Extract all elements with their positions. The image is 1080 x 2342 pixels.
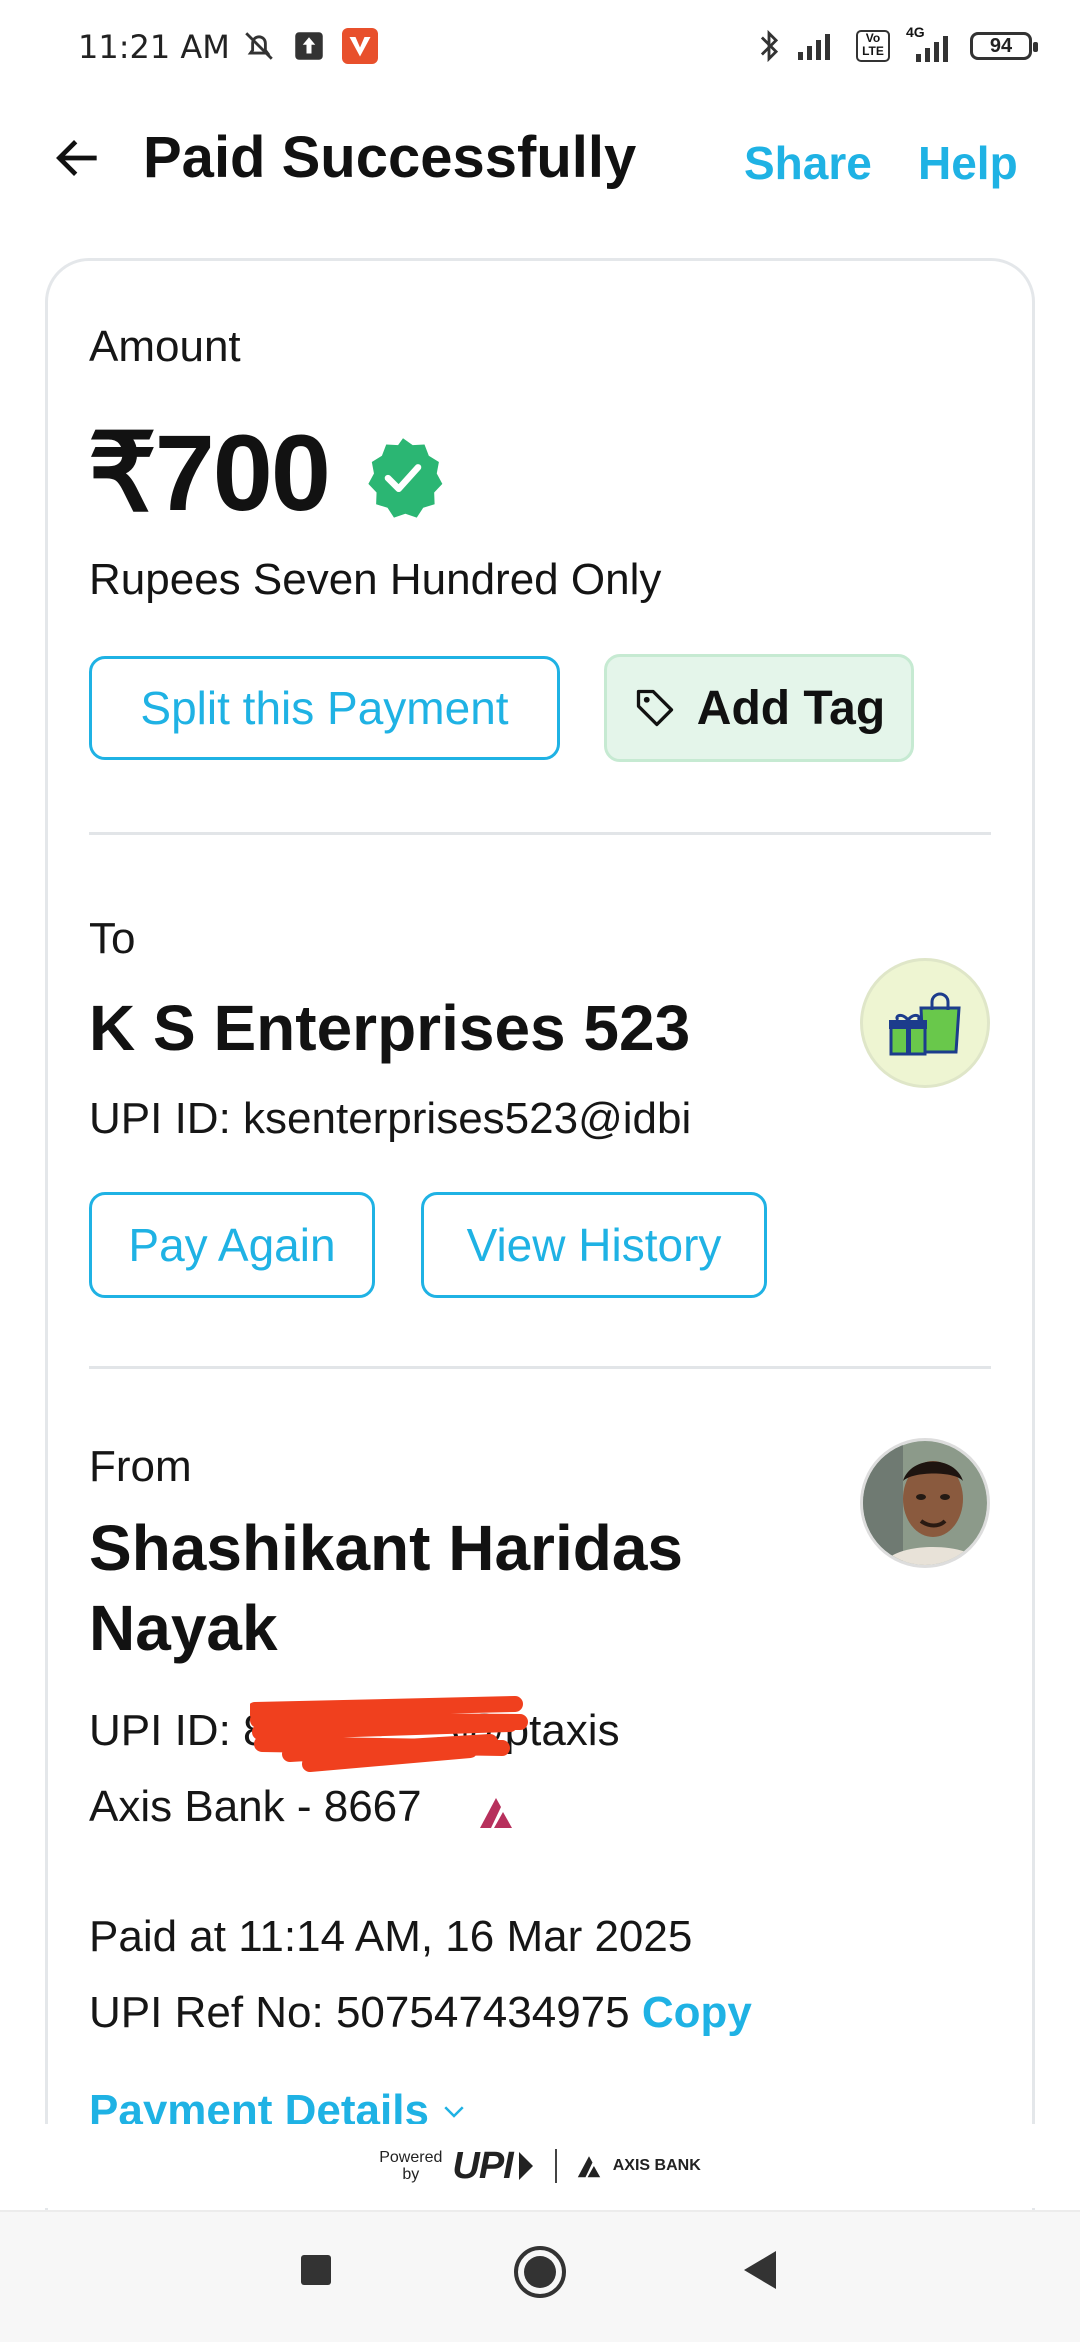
sender-name-line2: Nayak (89, 1592, 278, 1664)
recents-square-icon[interactable] (298, 2252, 334, 2288)
upload-icon (295, 32, 323, 60)
shopping-gift-icon (889, 992, 961, 1056)
upi-arrow-icon (518, 2152, 533, 2180)
divider (89, 1366, 991, 1369)
status-time: 11:21 AM (78, 28, 230, 66)
amount-in-words: Rupees Seven Hundred Only (89, 555, 662, 604)
merchant-name: K S Enterprises 523 (89, 992, 691, 1064)
home-circle-icon[interactable] (512, 2244, 568, 2300)
volte-icon: Vo LTE (856, 30, 890, 62)
divider (554, 2149, 557, 2183)
verified-badge-icon (368, 438, 443, 518)
tag-icon (636, 689, 673, 727)
top-app-bar: Paid Successfully Share Help (0, 100, 1080, 220)
battery-icon: 94 (970, 32, 1038, 60)
add-tag-label: Add Tag (696, 681, 886, 735)
pay-again-button[interactable]: Pay Again (89, 1192, 375, 1298)
paid-at-timestamp: Paid at 11:14 AM, 16 Mar 2025 (89, 1912, 693, 1961)
from-label: From (89, 1442, 192, 1491)
page-title: Paid Successfully (143, 125, 637, 190)
view-history-button[interactable]: View History (421, 1192, 767, 1298)
system-icons: Vo LTE 4G 94 (758, 24, 1038, 64)
notification-icons (242, 28, 378, 64)
system-nav-bar (0, 2210, 1080, 2342)
upi-logo: UPI (452, 2145, 536, 2188)
sender-avatar (860, 1438, 990, 1568)
to-label: To (89, 914, 136, 963)
powered-by-label: Powered by (379, 2149, 443, 2183)
merchant-avatar (860, 958, 990, 1088)
axis-bank-logo-icon (480, 1798, 512, 1828)
axis-bank-label: AXIS BANK (612, 2157, 701, 2174)
app-v-icon (342, 28, 378, 64)
amount-label: Amount (89, 322, 241, 371)
chevron-down-icon (444, 2106, 464, 2118)
bluetooth-icon (760, 29, 779, 63)
back-triangle-icon[interactable] (740, 2248, 780, 2292)
axis-bank-logo-icon (577, 2156, 600, 2178)
redaction-scribble (250, 1696, 528, 1772)
add-tag-button[interactable]: Add Tag (604, 654, 914, 762)
share-link[interactable]: Share (744, 136, 872, 190)
status-bar: 11:21 AM Vo LTE 4G 94 (0, 0, 1080, 100)
sender-bank: Axis Bank - 8667 (89, 1782, 422, 1831)
copy-ref-button[interactable]: Copy (642, 1988, 752, 2037)
sender-name-line1: Shashikant Haridas (89, 1512, 683, 1584)
divider (89, 832, 991, 835)
powered-by-strip: Powered by UPI AXIS BANK (0, 2124, 1080, 2208)
signal-icon (798, 34, 830, 60)
upi-ref-number: UPI Ref No: 507547434975 (89, 1988, 630, 2037)
back-arrow-icon[interactable] (50, 130, 106, 186)
mute-bell-icon (245, 32, 273, 60)
amount-value: ₹700 (88, 412, 331, 533)
help-link[interactable]: Help (918, 136, 1018, 190)
signal-4g-icon: 4G (906, 24, 954, 64)
merchant-upi-id: UPI ID: ksenterprises523@idbi (89, 1094, 692, 1143)
split-payment-button[interactable]: Split this Payment (89, 656, 560, 760)
upi-ref-row: UPI Ref No: 507547434975 Copy (89, 1988, 752, 2038)
